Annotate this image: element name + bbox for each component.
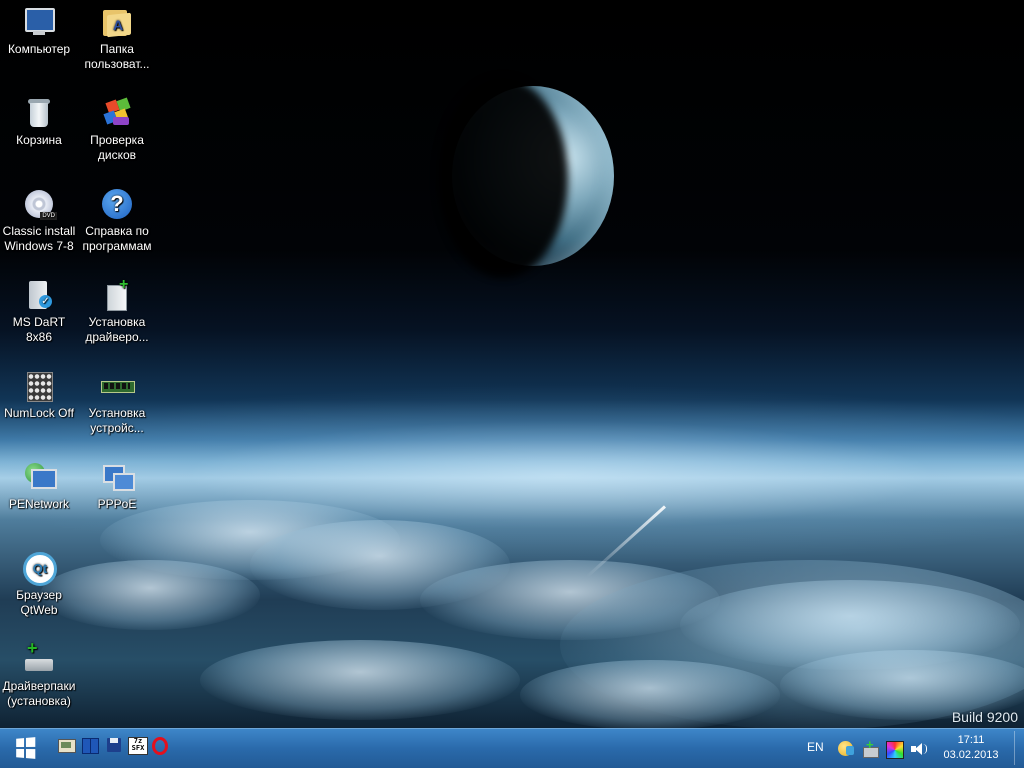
disk-check-icon	[101, 97, 133, 129]
desktop-icon-label: Установка устройс...	[88, 406, 146, 435]
volume-icon[interactable]	[910, 741, 927, 757]
clock-date: 03.02.2013	[943, 749, 999, 761]
driverpack-icon: +	[23, 639, 55, 675]
windows-logo-icon	[16, 737, 36, 759]
desktop-icon-help[interactable]: ? Справка по программам	[78, 188, 156, 254]
desktop-icon-label: Компьютер	[7, 42, 71, 56]
start-button[interactable]	[10, 733, 40, 763]
desktop-icon-label: PPPoE	[97, 497, 137, 511]
clock[interactable]: 17:11 03.02.2013	[938, 733, 1004, 763]
desktop-icon-disk-check[interactable]: Проверка дисков	[78, 97, 156, 163]
language-indicator[interactable]: EN	[807, 740, 824, 754]
desktop-icon-label: Драйверпаки (установка)	[2, 679, 76, 708]
desktop-icon-driver-install[interactable]: + Установка драйверо...	[78, 277, 156, 345]
7z-sfx-icon[interactable]: 7z SFX	[128, 737, 148, 755]
desktop-icon-numlock-off[interactable]: NumLock Off	[0, 370, 78, 421]
numlock-icon	[23, 370, 55, 402]
desktop-icon-label: Установка драйверо...	[85, 315, 149, 344]
smiley-icon[interactable]	[838, 741, 854, 757]
desktop-icon-recycle-bin[interactable]: Корзина	[0, 97, 78, 148]
desktop-icon-label: Classic install Windows 7-8	[2, 224, 76, 253]
install-tray-icon[interactable]: +	[862, 737, 879, 758]
dart-icon: ✓	[23, 279, 55, 311]
desktop-icon-label: Проверка дисков	[90, 133, 144, 162]
dvd-icon: DVD	[23, 188, 57, 220]
network-icon	[23, 461, 57, 493]
desktop-icon-label: MS DaRT 8x86	[12, 315, 66, 344]
recycle-bin-icon	[23, 97, 55, 129]
desktop-icon-classic-install[interactable]: DVD Classic install Windows 7-8	[0, 188, 78, 254]
show-desktop-button[interactable]	[1014, 731, 1024, 765]
opera-icon[interactable]	[151, 737, 168, 755]
desktop-icon-driverpacks[interactable]: + Драйверпаки (установка)	[0, 639, 78, 709]
desktop-icon-label: Справка по программам	[82, 224, 152, 253]
color-palette-icon[interactable]	[886, 741, 904, 759]
desktop-icon-pppoe[interactable]: PPPoE	[78, 461, 156, 512]
desktop-icon-ms-dart[interactable]: ✓ MS DaRT 8x86	[0, 279, 78, 345]
book-icon[interactable]	[82, 737, 99, 754]
desktop-icon-penetwork[interactable]: PENetwork	[0, 461, 78, 512]
clock-time: 17:11	[957, 734, 985, 746]
help-icon: ?	[101, 188, 133, 220]
build-watermark: Build 9200	[951, 709, 1018, 725]
desktop-icon-label: Папка пользоват...	[84, 42, 150, 71]
taskbar: 7z SFX EN + 17:11 03.02.2013	[0, 728, 1024, 768]
sfx-text: 7z SFX	[128, 737, 148, 755]
pppoe-icon	[101, 461, 135, 493]
desktop-icon-label: Браузер QtWeb	[16, 588, 62, 617]
explorer-icon[interactable]	[58, 737, 76, 753]
desktop-icon-user-folder[interactable]: A Папка пользоват...	[78, 6, 156, 72]
desktop-icon-label: Корзина	[16, 133, 62, 147]
memory-module-icon	[101, 370, 135, 402]
desktop-icon-computer[interactable]: Компьютер	[0, 6, 78, 57]
planet-image	[452, 86, 614, 266]
desktop-icon-label: NumLock Off	[4, 406, 74, 420]
desktop-icon-device-install[interactable]: Установка устройс...	[78, 370, 156, 436]
desktop-icon-label: PENetwork	[8, 497, 70, 511]
qtweb-icon: Qt	[23, 552, 57, 586]
desktop-icon-qtweb[interactable]: Qt Браузер QtWeb	[0, 552, 78, 618]
driver-install-icon: +	[101, 277, 133, 311]
floppy-save-icon[interactable]	[106, 737, 122, 753]
user-folder-icon: A	[101, 6, 133, 38]
computer-icon	[23, 6, 55, 38]
